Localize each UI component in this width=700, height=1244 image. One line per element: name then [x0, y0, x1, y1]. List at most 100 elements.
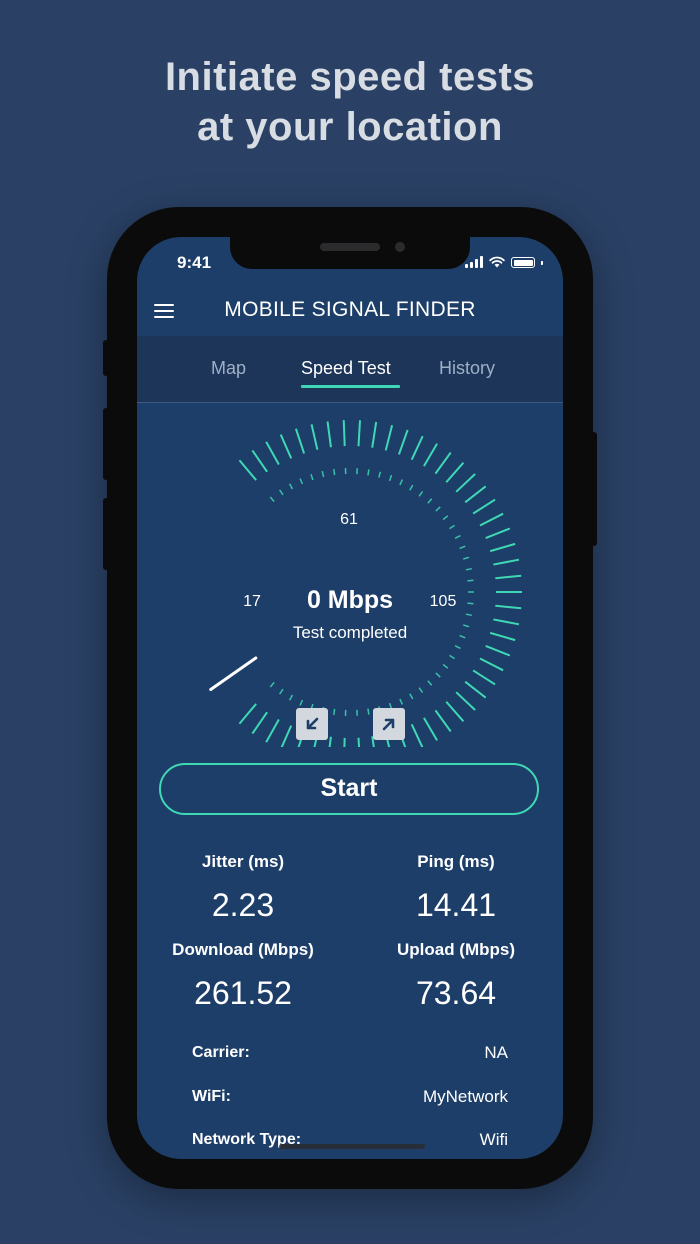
- gauge-minor-tick: [467, 579, 474, 582]
- gauge-tick: [434, 709, 452, 733]
- gauge-tick: [464, 485, 487, 504]
- gauge-tick: [485, 644, 511, 657]
- speaker-grille: [320, 243, 380, 251]
- gauge-tick: [489, 542, 516, 553]
- gauge-tick: [495, 604, 522, 610]
- gauge-tick: [397, 429, 409, 455]
- upload-value: 73.64: [415, 975, 497, 1011]
- arrow-up-right-icon: [382, 718, 395, 731]
- gauge-minor-tick: [427, 680, 433, 686]
- gauge-minor-tick: [388, 474, 393, 482]
- gauge-minor-tick: [288, 483, 294, 490]
- gauge-tick: [251, 711, 268, 735]
- gauge-tick: [357, 420, 361, 447]
- headline-line-2: at your location: [197, 105, 503, 149]
- gauge-tick: [445, 462, 465, 483]
- phone-side-button: [103, 340, 109, 376]
- home-indicator: [279, 1144, 425, 1149]
- gauge-speed-value: 0 Mbps: [307, 586, 393, 614]
- battery-icon: [511, 257, 535, 268]
- gauge-minor-tick: [435, 506, 441, 512]
- gauge-minor-tick: [449, 524, 455, 530]
- gauge-minor-tick: [454, 645, 461, 650]
- gauge-tick: [445, 701, 465, 722]
- ping-value: 14.41: [415, 887, 497, 923]
- gauge-tick: [479, 512, 504, 527]
- start-button[interactable]: Start: [159, 763, 539, 815]
- gauge-tick: [326, 421, 332, 448]
- gauge-tick: [384, 424, 394, 451]
- carrier-value: NA: [484, 1043, 508, 1062]
- status-time: 9:41: [177, 253, 212, 272]
- gauge-tick: [251, 449, 268, 473]
- gauge-minor-tick: [310, 474, 314, 481]
- gauge-tick: [265, 441, 280, 465]
- headline: Initiate speed tests at your location: [0, 52, 700, 152]
- gauge-minor-tick: [367, 469, 370, 476]
- gauge-scale-right: 105: [430, 593, 457, 610]
- gauge-minor-tick: [459, 634, 466, 639]
- jitter-value: 2.23: [211, 887, 275, 923]
- gauge-tick: [455, 691, 476, 711]
- gauge-tick: [410, 723, 424, 747]
- gauge-tick: [493, 558, 520, 566]
- tab-map[interactable]: Map: [211, 358, 246, 379]
- gauge-tick: [410, 435, 424, 461]
- gauge-tick: [238, 459, 257, 481]
- gauge-minor-tick: [418, 687, 424, 693]
- gauge-minor-tick: [288, 694, 294, 701]
- gauge-tick: [493, 618, 520, 626]
- wifi-icon: [489, 256, 505, 268]
- gauge-tick: [434, 451, 452, 475]
- status-icons: [465, 256, 543, 268]
- gauge-tick: [343, 737, 346, 747]
- gauge-minor-tick: [333, 708, 336, 716]
- gauge-minor-tick: [463, 556, 470, 560]
- gauge-tick: [265, 719, 280, 743]
- gauge-tick: [479, 657, 504, 672]
- speed-gauge: 61 17 105 0 Mbps Test completed: [209, 420, 522, 747]
- upload-direction-button[interactable]: [373, 708, 405, 740]
- phone-volume-down: [103, 498, 109, 570]
- gauge-minor-tick: [278, 688, 284, 695]
- tab-bar: Map Speed Test History: [137, 336, 563, 403]
- gauge-status: Test completed: [293, 623, 407, 642]
- gauge-minor-tick: [418, 491, 424, 497]
- gauge-tick: [423, 443, 438, 467]
- gauge-minor-tick: [399, 479, 404, 486]
- gauge-minor-tick: [299, 699, 304, 706]
- gauge-minor-tick: [454, 534, 461, 539]
- download-direction-button[interactable]: [296, 708, 328, 740]
- gauge-minor-tick: [367, 708, 370, 715]
- gauge-minor-tick: [409, 484, 414, 491]
- gauge-minor-tick: [299, 478, 304, 485]
- gauge-tick: [342, 420, 346, 447]
- app-bar: MOBILE SIGNAL FINDER: [137, 284, 563, 336]
- tab-speed-test[interactable]: Speed Test: [301, 358, 391, 379]
- gauge-tick: [472, 498, 496, 515]
- gauge-needle: [209, 656, 258, 692]
- gauge-tick: [371, 421, 378, 448]
- tab-history[interactable]: History: [439, 358, 495, 379]
- wifi-label: WiFi:: [192, 1088, 231, 1105]
- jitter-label: Jitter (ms): [201, 852, 285, 871]
- headline-line-1: Initiate speed tests: [164, 55, 536, 99]
- gauge-minor-tick: [465, 567, 472, 571]
- gauge-minor-tick: [442, 515, 449, 521]
- gauge-minor-tick: [409, 693, 414, 700]
- app-title: MOBILE SIGNAL FINDER: [224, 298, 476, 321]
- gauge-scale-left: 17: [243, 593, 261, 610]
- gauge-minor-tick: [321, 470, 325, 478]
- gauge-scale-top: 61: [340, 511, 358, 528]
- gauge-minor-tick: [465, 613, 472, 617]
- network-type-value: Wifi: [479, 1130, 508, 1149]
- phone-volume-up: [103, 408, 109, 480]
- gauge-tick: [328, 736, 332, 747]
- gauge-minor-tick: [463, 624, 470, 628]
- wifi-value: MyNetwork: [422, 1087, 508, 1106]
- gauge-tick: [310, 424, 319, 450]
- gauge-tick: [472, 669, 496, 686]
- front-camera: [395, 242, 405, 252]
- arrow-down-left-icon: [306, 717, 319, 730]
- download-value: 261.52: [194, 975, 292, 1011]
